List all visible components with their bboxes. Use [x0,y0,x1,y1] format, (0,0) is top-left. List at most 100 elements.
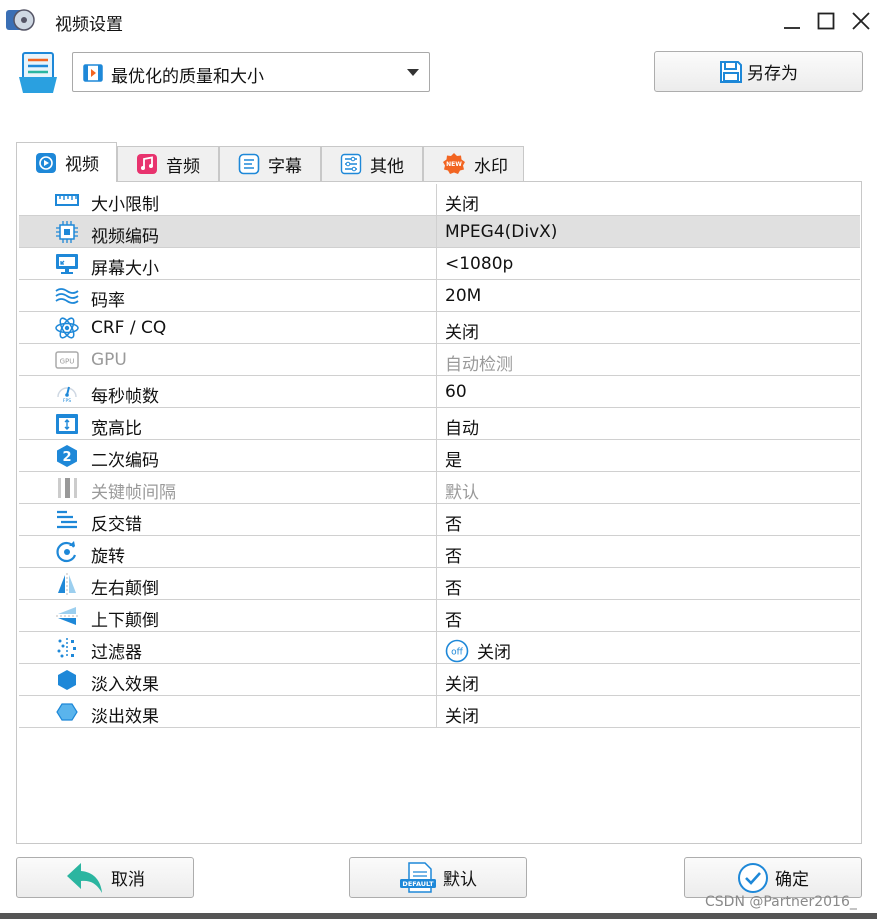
setting-row-fade-out[interactable]: 淡出效果 关闭 [19,696,860,728]
tab-audio[interactable]: 音频 [117,146,219,181]
cancel-label: 取消 [111,870,145,890]
setting-value[interactable]: 60 [445,382,467,402]
setting-value: 自动检测 [445,355,513,375]
setting-row-rotate[interactable]: 旋转 否 [19,536,860,568]
setting-label: 旋转 [91,547,125,567]
svg-text:FPS: FPS [63,398,71,404]
setting-row-bitrate[interactable]: 码率 20M [19,280,860,312]
setting-row-crf-cq[interactable]: CRF / CQ 关闭 [19,312,860,344]
floppy-disk-icon [720,60,742,83]
setting-value[interactable]: 否 [445,542,462,567]
profile-dropdown[interactable]: 最优化的质量和大小 [72,52,430,92]
tab-video[interactable]: 视频 [16,142,117,182]
setting-label: 视频编码 [91,227,159,247]
undo-arrow-icon [67,862,102,893]
monitor-icon [55,252,79,276]
chip-icon [55,220,79,244]
aspect-ratio-icon [55,412,79,436]
close-button[interactable] [848,8,874,34]
svg-text:GPU: GPU [60,358,75,366]
setting-row-fps[interactable]: FPS 每秒帧数 60 [19,376,860,408]
setting-value[interactable]: <1080p [445,254,513,274]
setting-value[interactable]: 自动 [445,414,479,439]
setting-label: 大小限制 [91,195,159,215]
tab-subtitle[interactable]: 字幕 [219,146,321,181]
save-as-button[interactable]: 另存为 [654,51,863,92]
two-pass-icon: 2 [55,444,79,468]
tab-label: 音频 [166,156,200,177]
play-circle-icon [36,152,56,173]
filter-icon [55,636,79,660]
fade-out-icon [55,700,79,724]
window-title: 视频设置 [55,15,123,35]
setting-value[interactable]: 关闭 [445,702,479,727]
setting-label: 宽高比 [91,419,142,439]
check-circle-icon [738,862,768,893]
maximize-icon [817,12,835,30]
default-button[interactable]: DEFAULT 默认 [349,857,527,898]
setting-row-aspect-ratio[interactable]: 宽高比 自动 [19,408,860,440]
rotate-icon [55,540,79,564]
ok-button[interactable]: 确定 [684,857,862,898]
subtitle-icon [238,153,260,175]
setting-value[interactable]: 关闭 [445,318,479,343]
setting-label: 左右颠倒 [91,579,159,599]
deinterlace-icon [55,508,79,532]
setting-row-flip-vertical[interactable]: 上下颠倒 否 [19,600,860,632]
title-bar: 视频设置 [0,0,877,42]
setting-label: 淡入效果 [91,675,159,695]
setting-row-flip-horizontal[interactable]: 左右颠倒 否 [19,568,860,600]
setting-row-size-limit[interactable]: 大小限制 关闭 [19,184,860,216]
setting-value[interactable]: 否 [445,606,462,631]
setting-label: 屏幕大小 [91,259,159,279]
ruler-icon [55,188,79,212]
tab-other[interactable]: 其他 [321,146,423,181]
svg-text:off: off [451,647,464,657]
fade-in-icon [55,668,79,692]
setting-row-video-codec[interactable]: 视频编码 MPEG4(DivX) [19,216,860,248]
tab-label: 视频 [65,155,99,175]
setting-label: 上下颠倒 [91,611,159,631]
tab-label: 水印 [474,156,508,177]
profile-selected-value: 最优化的质量和大小 [111,67,264,87]
setting-row-screen-size[interactable]: 屏幕大小 <1080p [19,248,860,280]
settings-panel: 大小限制 关闭 视频编码 MPEG4(DivX) 屏幕大小 <1080p 码率 … [16,181,862,844]
watermark-text: CSDN @Partner2016_ [705,894,857,910]
film-icon [83,64,103,82]
setting-value[interactable]: 20M [445,286,481,306]
setting-value[interactable]: MPEG4(DivX) [445,222,557,242]
cancel-button[interactable]: 取消 [16,857,194,898]
minimize-button[interactable] [779,8,805,34]
setting-value[interactable]: 关闭 [445,670,479,695]
flip-vertical-icon [55,604,79,628]
setting-value[interactable]: 否 [445,574,462,599]
atom-icon [55,316,79,340]
fps-gauge-icon: FPS [55,380,79,404]
new-badge-icon: NEW [443,153,465,174]
music-note-icon [137,154,157,174]
setting-label: 反交错 [91,515,142,535]
chevron-down-icon [407,69,419,76]
svg-text:DEFAULT: DEFAULT [402,880,434,888]
setting-label: 关键帧间隔 [91,483,176,503]
tab-label: 字幕 [268,156,302,177]
close-icon [852,12,870,30]
gpu-icon: GPU [55,348,79,372]
svg-text:2: 2 [62,450,71,465]
maximize-button[interactable] [813,8,839,34]
default-label: 默认 [443,870,477,890]
keyframe-icon [55,476,79,500]
setting-row-deinterlace[interactable]: 反交错 否 [19,504,860,536]
setting-row-two-pass[interactable]: 2 二次编码 是 [19,440,860,472]
profile-list-icon [19,52,57,93]
setting-row-fade-in[interactable]: 淡入效果 关闭 [19,664,860,696]
setting-value[interactable]: 关闭 [445,190,479,215]
setting-value: 关闭 [477,643,511,663]
setting-value[interactable]: 是 [445,446,462,471]
setting-value: 默认 [445,483,479,503]
tab-watermark[interactable]: NEW 水印 [423,146,524,181]
sliders-icon [340,153,362,175]
svg-text:NEW: NEW [446,161,462,168]
setting-row-filter[interactable]: 过滤器 off 关闭 [19,632,860,664]
setting-value[interactable]: 否 [445,510,462,535]
